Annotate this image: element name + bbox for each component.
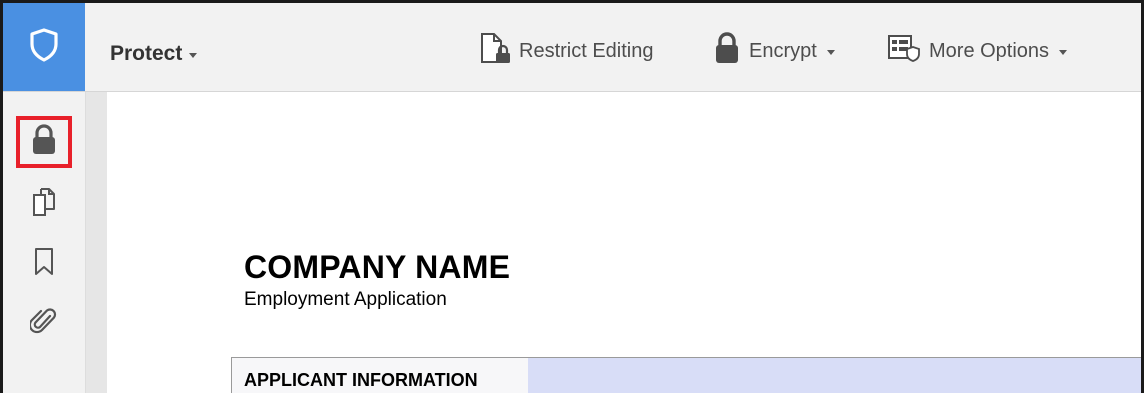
section-header: APPLICANT INFORMATION: [231, 357, 1141, 393]
copy-pages-icon: [31, 187, 57, 222]
document-view: COMPANY NAME Employment Application APPL…: [107, 92, 1141, 393]
encrypt-label: Encrypt: [749, 39, 817, 62]
protect-menu-label: Protect: [110, 42, 183, 65]
chevron-down-icon: [189, 52, 198, 58]
protect-menu-button[interactable]: Protect: [110, 42, 198, 66]
protect-toolbar: Protect Restrict Editing Encrypt More Op…: [3, 3, 1141, 92]
sidebar-item-attachments[interactable]: [16, 297, 72, 349]
restrict-editing-icon: [477, 31, 511, 71]
sidebar-item-bookmarks[interactable]: [16, 238, 72, 290]
section-title: APPLICANT INFORMATION: [244, 370, 478, 390]
restrict-editing-button[interactable]: Restrict Editing: [477, 33, 654, 69]
restrict-editing-label: Restrict Editing: [519, 39, 654, 62]
protect-tool-tile[interactable]: [3, 3, 85, 91]
more-options-label: More Options: [929, 39, 1050, 62]
chevron-down-icon: [826, 49, 835, 55]
sidebar-item-pages[interactable]: [16, 178, 72, 230]
lock-icon: [713, 31, 741, 71]
more-options-icon: [887, 33, 921, 69]
left-sidebar: [3, 92, 85, 393]
sidebar-item-security[interactable]: [16, 116, 72, 168]
encrypt-button[interactable]: Encrypt: [713, 31, 835, 71]
shield-icon: [29, 27, 59, 67]
more-options-button[interactable]: More Options: [887, 33, 1068, 69]
chevron-down-icon: [1059, 49, 1068, 55]
paperclip-icon: [28, 306, 58, 341]
bookmark-icon: [33, 247, 55, 282]
company-name: COMPANY NAME: [244, 249, 511, 285]
sidebar-splitter[interactable]: [85, 92, 107, 393]
document-subtitle: Employment Application: [244, 289, 447, 310]
lock-icon: [31, 123, 57, 161]
app-window: Protect Restrict Editing Encrypt More Op…: [0, 0, 1144, 393]
